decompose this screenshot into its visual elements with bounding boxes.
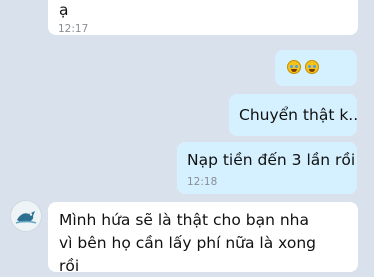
message-text-line: vì bên họ cần lấy phí nữa là xong <box>59 234 316 252</box>
message-text-line: Mình hứa sẽ là thật cho bạn nha <box>59 211 309 229</box>
rolling-on-floor-laughing-emoji-icon <box>287 60 301 74</box>
message-bubble-outgoing-emoji[interactable] <box>275 50 357 86</box>
message-timestamp: 12:17 <box>58 23 89 35</box>
rolling-on-floor-laughing-emoji-icon <box>305 60 319 74</box>
contact-avatar[interactable] <box>10 200 42 232</box>
emoji-row <box>287 60 319 74</box>
message-text-line: rồi <box>59 257 80 275</box>
message-text: ạ <box>59 1 69 19</box>
message-text: Chuyển thật k.. <box>239 106 359 124</box>
message-bubble-outgoing[interactable]: Nạp tiền đến 3 lần rồi 12:18 <box>177 142 357 194</box>
message-text: Nạp tiền đến 3 lần rồi <box>187 151 356 169</box>
message-timestamp: 12:18 <box>187 176 218 188</box>
avatar-image-icon <box>11 201 41 231</box>
message-bubble-incoming[interactable]: ạ 12:17 <box>48 0 358 35</box>
message-bubble-incoming[interactable]: Mình hứa sẽ là thật cho bạn nha vì bên h… <box>48 202 358 275</box>
message-bubble-outgoing[interactable]: Chuyển thật k.. <box>229 94 359 136</box>
